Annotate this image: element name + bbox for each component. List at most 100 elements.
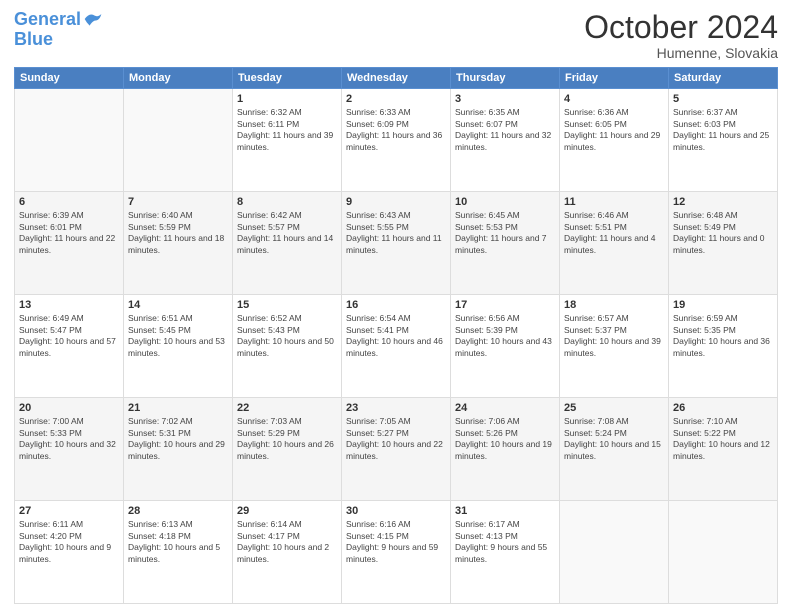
calendar-cell: 8Sunrise: 6:42 AMSunset: 5:57 PMDaylight… — [233, 192, 342, 295]
week-row-4: 20Sunrise: 7:00 AMSunset: 5:33 PMDayligh… — [15, 398, 778, 501]
title-block: October 2024 Humenne, Slovakia — [584, 10, 778, 61]
day-number: 16 — [346, 298, 446, 312]
week-row-3: 13Sunrise: 6:49 AMSunset: 5:47 PMDayligh… — [15, 295, 778, 398]
day-number: 30 — [346, 504, 446, 518]
day-number: 13 — [19, 298, 119, 312]
cell-info: Sunrise: 6:48 AMSunset: 5:49 PMDaylight:… — [673, 210, 773, 256]
cell-info: Sunrise: 6:43 AMSunset: 5:55 PMDaylight:… — [346, 210, 446, 256]
calendar-cell: 12Sunrise: 6:48 AMSunset: 5:49 PMDayligh… — [669, 192, 778, 295]
cell-info: Sunrise: 6:42 AMSunset: 5:57 PMDaylight:… — [237, 210, 337, 256]
weekday-header-saturday: Saturday — [669, 68, 778, 89]
day-number: 9 — [346, 195, 446, 209]
cell-info: Sunrise: 6:33 AMSunset: 6:09 PMDaylight:… — [346, 107, 446, 153]
day-number: 29 — [237, 504, 337, 518]
weekday-header-wednesday: Wednesday — [342, 68, 451, 89]
calendar-cell: 2Sunrise: 6:33 AMSunset: 6:09 PMDaylight… — [342, 89, 451, 192]
header: General Blue October 2024 Humenne, Slova… — [14, 10, 778, 61]
bird-icon — [83, 9, 103, 29]
calendar-cell: 20Sunrise: 7:00 AMSunset: 5:33 PMDayligh… — [15, 398, 124, 501]
week-row-2: 6Sunrise: 6:39 AMSunset: 6:01 PMDaylight… — [15, 192, 778, 295]
calendar-cell: 1Sunrise: 6:32 AMSunset: 6:11 PMDaylight… — [233, 89, 342, 192]
calendar-cell: 18Sunrise: 6:57 AMSunset: 5:37 PMDayligh… — [560, 295, 669, 398]
calendar-cell: 30Sunrise: 6:16 AMSunset: 4:15 PMDayligh… — [342, 501, 451, 604]
calendar-cell: 15Sunrise: 6:52 AMSunset: 5:43 PMDayligh… — [233, 295, 342, 398]
day-number: 28 — [128, 504, 228, 518]
cell-info: Sunrise: 6:51 AMSunset: 5:45 PMDaylight:… — [128, 313, 228, 359]
page: General Blue October 2024 Humenne, Slova… — [0, 0, 792, 612]
cell-info: Sunrise: 7:03 AMSunset: 5:29 PMDaylight:… — [237, 416, 337, 462]
cell-info: Sunrise: 7:05 AMSunset: 5:27 PMDaylight:… — [346, 416, 446, 462]
month-year-title: October 2024 — [584, 10, 778, 45]
calendar-cell: 19Sunrise: 6:59 AMSunset: 5:35 PMDayligh… — [669, 295, 778, 398]
day-number: 4 — [564, 92, 664, 106]
cell-info: Sunrise: 6:13 AMSunset: 4:18 PMDaylight:… — [128, 519, 228, 565]
calendar-cell: 13Sunrise: 6:49 AMSunset: 5:47 PMDayligh… — [15, 295, 124, 398]
weekday-header-sunday: Sunday — [15, 68, 124, 89]
calendar-cell: 14Sunrise: 6:51 AMSunset: 5:45 PMDayligh… — [124, 295, 233, 398]
calendar-cell — [560, 501, 669, 604]
day-number: 3 — [455, 92, 555, 106]
weekday-header-friday: Friday — [560, 68, 669, 89]
day-number: 8 — [237, 195, 337, 209]
calendar-cell: 23Sunrise: 7:05 AMSunset: 5:27 PMDayligh… — [342, 398, 451, 501]
logo: General Blue — [14, 10, 103, 50]
calendar-cell: 29Sunrise: 6:14 AMSunset: 4:17 PMDayligh… — [233, 501, 342, 604]
day-number: 7 — [128, 195, 228, 209]
calendar-cell: 5Sunrise: 6:37 AMSunset: 6:03 PMDaylight… — [669, 89, 778, 192]
cell-info: Sunrise: 6:45 AMSunset: 5:53 PMDaylight:… — [455, 210, 555, 256]
cell-info: Sunrise: 6:14 AMSunset: 4:17 PMDaylight:… — [237, 519, 337, 565]
cell-info: Sunrise: 6:37 AMSunset: 6:03 PMDaylight:… — [673, 107, 773, 153]
calendar-cell: 22Sunrise: 7:03 AMSunset: 5:29 PMDayligh… — [233, 398, 342, 501]
day-number: 18 — [564, 298, 664, 312]
day-number: 15 — [237, 298, 337, 312]
day-number: 24 — [455, 401, 555, 415]
weekday-header-thursday: Thursday — [451, 68, 560, 89]
cell-info: Sunrise: 6:36 AMSunset: 6:05 PMDaylight:… — [564, 107, 664, 153]
day-number: 10 — [455, 195, 555, 209]
calendar-cell: 10Sunrise: 6:45 AMSunset: 5:53 PMDayligh… — [451, 192, 560, 295]
calendar-cell: 25Sunrise: 7:08 AMSunset: 5:24 PMDayligh… — [560, 398, 669, 501]
calendar-cell: 16Sunrise: 6:54 AMSunset: 5:41 PMDayligh… — [342, 295, 451, 398]
calendar-cell: 4Sunrise: 6:36 AMSunset: 6:05 PMDaylight… — [560, 89, 669, 192]
calendar-cell: 6Sunrise: 6:39 AMSunset: 6:01 PMDaylight… — [15, 192, 124, 295]
weekday-header-monday: Monday — [124, 68, 233, 89]
day-number: 20 — [19, 401, 119, 415]
cell-info: Sunrise: 6:49 AMSunset: 5:47 PMDaylight:… — [19, 313, 119, 359]
cell-info: Sunrise: 6:56 AMSunset: 5:39 PMDaylight:… — [455, 313, 555, 359]
logo-blue-text: Blue — [14, 30, 103, 50]
cell-info: Sunrise: 6:35 AMSunset: 6:07 PMDaylight:… — [455, 107, 555, 153]
day-number: 2 — [346, 92, 446, 106]
cell-info: Sunrise: 7:00 AMSunset: 5:33 PMDaylight:… — [19, 416, 119, 462]
day-number: 26 — [673, 401, 773, 415]
cell-info: Sunrise: 6:39 AMSunset: 6:01 PMDaylight:… — [19, 210, 119, 256]
calendar-cell — [124, 89, 233, 192]
calendar-cell: 3Sunrise: 6:35 AMSunset: 6:07 PMDaylight… — [451, 89, 560, 192]
cell-info: Sunrise: 7:02 AMSunset: 5:31 PMDaylight:… — [128, 416, 228, 462]
calendar-cell: 24Sunrise: 7:06 AMSunset: 5:26 PMDayligh… — [451, 398, 560, 501]
calendar-cell: 28Sunrise: 6:13 AMSunset: 4:18 PMDayligh… — [124, 501, 233, 604]
day-number: 22 — [237, 401, 337, 415]
day-number: 19 — [673, 298, 773, 312]
cell-info: Sunrise: 6:17 AMSunset: 4:13 PMDaylight:… — [455, 519, 555, 565]
day-number: 31 — [455, 504, 555, 518]
calendar-cell: 9Sunrise: 6:43 AMSunset: 5:55 PMDaylight… — [342, 192, 451, 295]
cell-info: Sunrise: 6:46 AMSunset: 5:51 PMDaylight:… — [564, 210, 664, 256]
cell-info: Sunrise: 6:32 AMSunset: 6:11 PMDaylight:… — [237, 107, 337, 153]
cell-info: Sunrise: 6:11 AMSunset: 4:20 PMDaylight:… — [19, 519, 119, 565]
cell-info: Sunrise: 6:59 AMSunset: 5:35 PMDaylight:… — [673, 313, 773, 359]
cell-info: Sunrise: 6:52 AMSunset: 5:43 PMDaylight:… — [237, 313, 337, 359]
weekday-header-row: SundayMondayTuesdayWednesdayThursdayFrid… — [15, 68, 778, 89]
cell-info: Sunrise: 6:16 AMSunset: 4:15 PMDaylight:… — [346, 519, 446, 565]
calendar-cell: 26Sunrise: 7:10 AMSunset: 5:22 PMDayligh… — [669, 398, 778, 501]
logo-text: General — [14, 10, 81, 30]
calendar-cell: 31Sunrise: 6:17 AMSunset: 4:13 PMDayligh… — [451, 501, 560, 604]
day-number: 25 — [564, 401, 664, 415]
location-subtitle: Humenne, Slovakia — [584, 45, 778, 61]
day-number: 5 — [673, 92, 773, 106]
cell-info: Sunrise: 7:10 AMSunset: 5:22 PMDaylight:… — [673, 416, 773, 462]
day-number: 27 — [19, 504, 119, 518]
cell-info: Sunrise: 7:06 AMSunset: 5:26 PMDaylight:… — [455, 416, 555, 462]
calendar-cell: 17Sunrise: 6:56 AMSunset: 5:39 PMDayligh… — [451, 295, 560, 398]
cell-info: Sunrise: 7:08 AMSunset: 5:24 PMDaylight:… — [564, 416, 664, 462]
calendar-cell: 7Sunrise: 6:40 AMSunset: 5:59 PMDaylight… — [124, 192, 233, 295]
